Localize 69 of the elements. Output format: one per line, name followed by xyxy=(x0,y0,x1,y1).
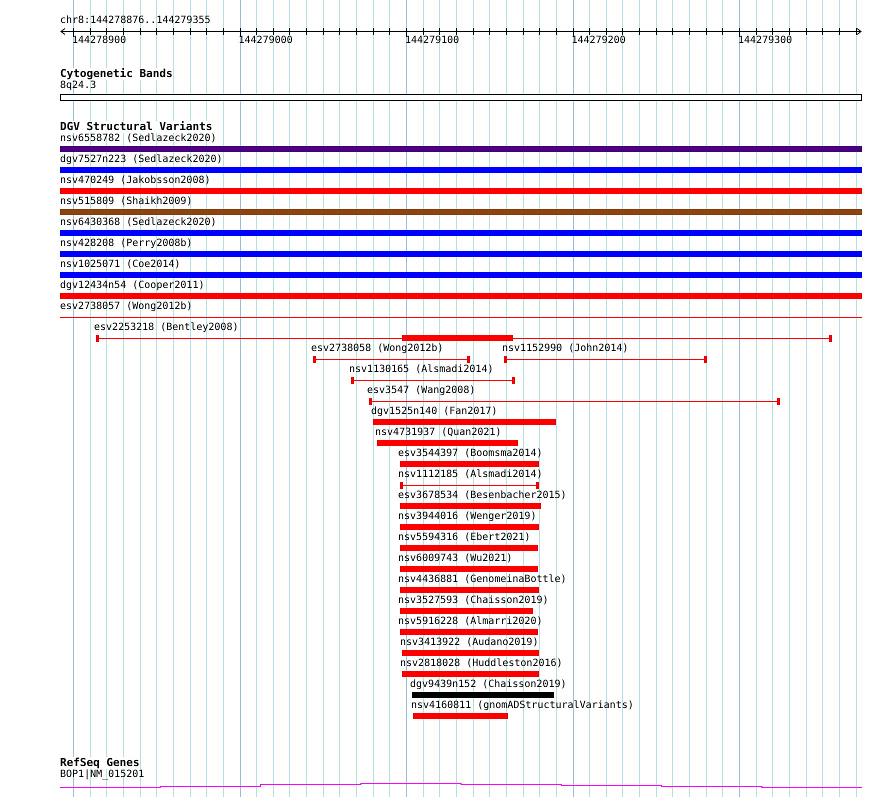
tick-label: 144278900 xyxy=(72,35,126,46)
feature-bar[interactable] xyxy=(60,293,862,299)
feature-label: nsv3413922 (Audano2019) xyxy=(400,637,538,649)
feature-bar[interactable] xyxy=(413,713,508,719)
feature-bar[interactable] xyxy=(400,629,538,635)
feature-bar[interactable] xyxy=(400,503,541,509)
track-title: Cytogenetic Bands xyxy=(60,68,173,80)
tick-label: 144279300 xyxy=(738,35,792,46)
feature-bar[interactable] xyxy=(60,230,862,236)
feature-bar[interactable] xyxy=(402,650,539,656)
feature-label: nsv6430368 (Sedlazeck2020) xyxy=(60,217,217,229)
band-label: 8q24.3 xyxy=(60,80,96,92)
track-title: RefSeq Genes xyxy=(60,757,140,769)
feature-bar[interactable] xyxy=(400,608,533,614)
feature-label: nsv428208 (Perry2008b) xyxy=(60,238,192,250)
feature-label: nsv4160811 (gnomADStructuralVariants) xyxy=(411,700,634,712)
feature-bar[interactable] xyxy=(400,587,539,593)
tick-label: 144279100 xyxy=(405,35,460,46)
feature-bar[interactable] xyxy=(400,524,539,530)
track-title: DGV Structural Variants xyxy=(60,121,212,133)
feature-label: nsv4731937 (Quan2021) xyxy=(375,427,502,439)
feature-label: nsv3944016 (Wenger2019) xyxy=(398,511,536,523)
feature-label: nsv6558782 (Sedlazeck2020) xyxy=(60,133,217,145)
feature-label: nsv470249 (Jakobsson2008) xyxy=(60,175,211,187)
feature-label: nsv1130165 (Alsmadi2014) xyxy=(349,364,494,376)
tick-label: 144279200 xyxy=(572,35,626,46)
feature-label: esv2738057 (Wong2012b) xyxy=(60,301,192,313)
feature-label: nsv2818028 (Huddleston2016) xyxy=(400,658,563,670)
feature-bar[interactable] xyxy=(377,440,518,446)
feature-label: dgv7527n223 (Sedlazeck2020) xyxy=(60,154,223,166)
feature-bar[interactable] xyxy=(60,251,862,257)
feature-bar[interactable] xyxy=(402,671,539,677)
feature-label: dgv12434n54 (Cooper2011) xyxy=(60,280,204,292)
feature-bar[interactable] xyxy=(60,188,862,194)
feature-bar[interactable] xyxy=(400,545,538,551)
feature-line[interactable] xyxy=(313,356,470,363)
feature-label: nsv515809 (Shaikh2009) xyxy=(60,196,192,208)
feature-label: nsv1025071 (Coe2014) xyxy=(60,259,180,271)
feature-line[interactable] xyxy=(369,398,780,405)
feature-bar[interactable] xyxy=(60,146,862,152)
feature-label: esv3678534 (Besenbacher2015) xyxy=(398,490,567,502)
feature-label: nsv4436881 (GenomeinaBottle) xyxy=(398,574,567,586)
feature-bar[interactable] xyxy=(60,209,862,215)
feature-label: esv2738058 (Wong2012b) xyxy=(311,343,444,355)
feature-label: dgv1525n140 (Fan2017) xyxy=(371,406,498,418)
feature-bar[interactable] xyxy=(60,272,862,278)
location-label: chr8:144278876..144279355 xyxy=(60,14,211,28)
feature-bar[interactable] xyxy=(400,566,538,572)
feature-bar[interactable] xyxy=(373,419,556,425)
gene-label: BOP1|NM_015201 xyxy=(60,769,144,781)
feature-label: dgv9439n152 (Chaisson2019) xyxy=(410,679,567,691)
tick-label: 144279000 xyxy=(238,35,293,46)
feature-label: nsv6009743 (Wu2021) xyxy=(398,553,512,565)
feature-bar[interactable] xyxy=(412,692,554,698)
feature-line[interactable] xyxy=(60,314,862,321)
feature-label: nsv1152990 (John2014) xyxy=(502,343,628,355)
feature-label: nsv1112185 (Alsmadi2014) xyxy=(398,469,542,481)
feature-line[interactable] xyxy=(504,356,707,363)
feature-label: nsv5594316 (Ebert2021) xyxy=(398,532,530,544)
feature-bar[interactable] xyxy=(60,167,862,173)
feature-label: esv3544397 (Boomsma2014) xyxy=(398,448,542,460)
feature-bar[interactable] xyxy=(402,335,513,341)
feature-line[interactable] xyxy=(351,377,515,384)
feature-line[interactable] xyxy=(400,482,539,489)
feature-label: nsv3527593 (Chaisson2019) xyxy=(398,595,549,607)
feature-label: esv3547 (Wang2008) xyxy=(367,385,476,397)
feature-label: esv2253218 (Bentley2008) xyxy=(94,322,238,334)
feature-label: nsv5916228 (Almarri2020) xyxy=(398,616,542,628)
feature-bar[interactable] xyxy=(400,461,539,467)
